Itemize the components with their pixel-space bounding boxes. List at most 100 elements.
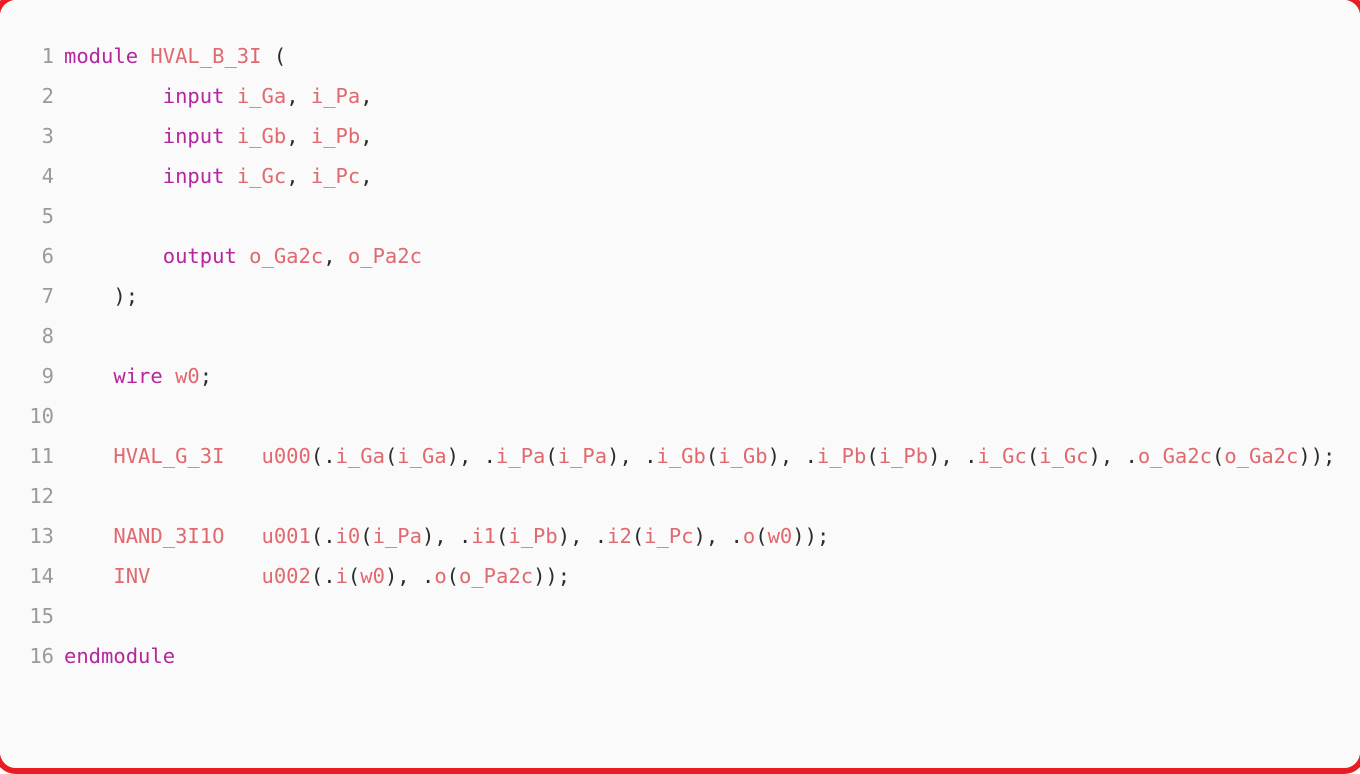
code-line-list: 1 module HVAL_B_3I (2 input i_Ga, i_Pa, 3 … (0, 36, 1360, 676)
code-token: i_Pb (508, 524, 558, 548)
code-token: i_Ga (236, 84, 287, 108)
line-content[interactable]: ); (64, 276, 1360, 316)
code-token: input (162, 164, 225, 188)
code-token: i_Gb (718, 444, 768, 468)
code-token: ), . (421, 524, 472, 548)
code-line[interactable]: 4 input i_Gc, i_Pc, (0, 156, 1360, 196)
code-token: w0 (175, 364, 200, 388)
code-token: (. (310, 564, 336, 588)
code-token: ( (545, 444, 558, 468)
line-content[interactable]: ​ (64, 596, 1360, 636)
code-token: ), . (693, 524, 743, 548)
code-token: w0 (360, 564, 385, 588)
line-content[interactable]: INV u002(.i(w0), .o(o_Pa2c)); (64, 556, 1360, 596)
code-token: i_Pa (310, 84, 361, 108)
code-token: ( (360, 524, 373, 548)
code-line[interactable]: 15 ​ (0, 596, 1360, 636)
code-line[interactable]: 13 NAND_3I1O u001(.i0(i_Pa), .i1(i_Pb), … (0, 516, 1360, 556)
code-token: wire (113, 364, 163, 388)
code-line[interactable]: 14 INV u002(.i(w0), .o(o_Pa2c)); (0, 556, 1360, 596)
code-token: ), . (928, 444, 978, 468)
line-content[interactable]: ​ (64, 196, 1360, 236)
code-token: ( (261, 44, 287, 68)
line-content[interactable]: ​ (64, 316, 1360, 356)
code-token: i (335, 564, 348, 588)
code-token: ( (384, 444, 398, 468)
code-token: o_Ga2c (1224, 444, 1299, 468)
line-content[interactable]: ​ (64, 396, 1360, 436)
code-token: , (360, 164, 373, 188)
line-number: 1 (41, 44, 54, 68)
code-token: o_Ga2c (249, 244, 324, 268)
line-number: 11 (29, 444, 54, 468)
line-content[interactable]: input i_Gc, i_Pc, (64, 156, 1360, 196)
line-content[interactable]: NAND_3I1O u001(.i0(i_Pa), .i1(i_Pb), .i2… (64, 516, 1360, 556)
code-token: o (742, 524, 756, 548)
code-token: i_Gc (977, 444, 1027, 468)
code-line[interactable]: 10 ​ (0, 396, 1360, 436)
code-token: i_Pb (878, 444, 929, 468)
line-content[interactable]: HVAL_G_3I u000(.i_Ga(i_Ga), .i_Pa(i_Pa),… (64, 436, 1360, 476)
code-token: ), . (384, 564, 435, 588)
line-number: 10 (29, 404, 54, 428)
code-token: INV (113, 564, 151, 588)
code-line[interactable]: 3 input i_Gb, i_Pb, (0, 116, 1360, 156)
code-token: o_Pa2c (347, 244, 422, 268)
code-line[interactable]: 1 module HVAL_B_3I ( (0, 36, 1360, 76)
code-line[interactable]: 5​ (0, 196, 1360, 236)
code-token: ( (1211, 444, 1225, 468)
code-token: ), . (607, 444, 657, 468)
code-token: o_Pa2c (459, 564, 534, 588)
code-token: i_Pa (557, 444, 608, 468)
line-number: 13 (29, 524, 54, 548)
code-line[interactable]: 12 ​ (0, 476, 1360, 516)
line-content[interactable]: input i_Ga, i_Pa, (64, 76, 1360, 116)
line-number: 2 (41, 84, 54, 108)
code-token: )); (792, 524, 830, 548)
line-content[interactable]: output o_Ga2c, o_Pa2c (64, 236, 1360, 276)
code-token: ( (631, 524, 645, 548)
code-line[interactable]: 7 ); (0, 276, 1360, 316)
line-content[interactable]: module HVAL_B_3I ( (64, 36, 1360, 76)
code-line[interactable]: 2 input i_Ga, i_Pa, (0, 76, 1360, 116)
code-line[interactable]: 11 HVAL_G_3I u000(.i_Ga(i_Ga), .i_Pa(i_P… (0, 436, 1360, 476)
code-line[interactable]: 6 output o_Ga2c, o_Pa2c (0, 236, 1360, 276)
line-content[interactable]: endmodule (64, 636, 1360, 676)
code-token: i0 (335, 524, 361, 548)
line-content[interactable]: input i_Gb, i_Pb, (64, 116, 1360, 156)
code-line[interactable]: 16 endmodule (0, 636, 1360, 676)
code-token: endmodule (64, 644, 176, 668)
code-line[interactable]: 9 wire w0; (0, 356, 1360, 396)
code-token: )); (533, 564, 571, 588)
code-token: ( (446, 564, 459, 588)
code-token: i_Gb (656, 444, 706, 468)
code-token: o (434, 564, 447, 588)
code-token: )); (1298, 444, 1336, 468)
code-token: ( (1026, 444, 1040, 468)
code-token: w0 (767, 524, 793, 548)
code-token: , (286, 164, 311, 188)
line-content[interactable]: wire w0; (64, 356, 1360, 396)
code-token: i_Ga (397, 444, 447, 468)
line-number: 16 (29, 644, 54, 668)
code-token: i2 (607, 524, 632, 548)
code-token: i_Pb (816, 444, 867, 468)
line-number: 15 (29, 604, 54, 628)
code-token: i_Pc (310, 164, 361, 188)
line-number: 3 (41, 124, 54, 148)
line-content[interactable]: ​ (64, 476, 1360, 516)
code-line[interactable]: 8​ (0, 316, 1360, 356)
code-token: u001 (261, 524, 311, 548)
code-token: (. (310, 444, 336, 468)
code-editor-surface[interactable]: 1 module HVAL_B_3I (2 input i_Ga, i_Pa, 3 … (0, 0, 1360, 768)
code-token: ( (866, 444, 879, 468)
